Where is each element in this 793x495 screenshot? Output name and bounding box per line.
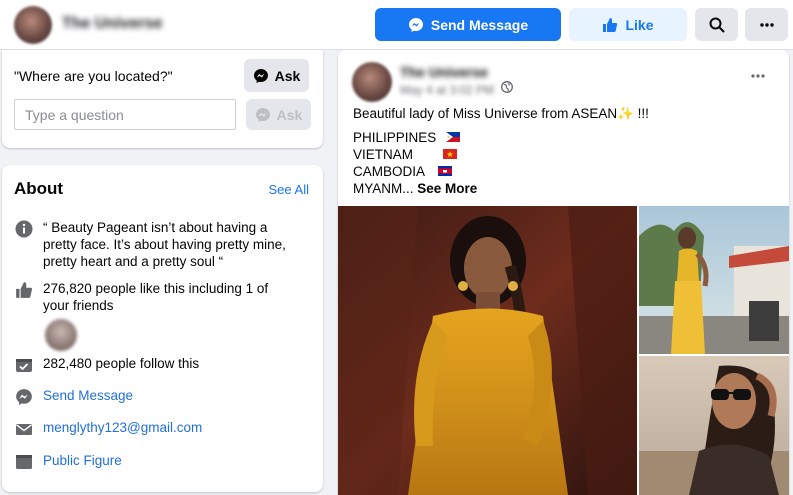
about-card: About See All “ Beauty Pageant isn’t abo… (2, 165, 323, 492)
post-text: Beautiful lady of Miss Universe from ASE… (353, 105, 649, 197)
about-description-row: “ Beauty Pageant isn’t about having a pr… (14, 219, 294, 270)
search-icon (709, 17, 724, 32)
follow-check-icon (14, 355, 34, 375)
post-photo-main[interactable] (338, 206, 637, 495)
like-button[interactable]: Like (569, 8, 687, 41)
page-avatar[interactable] (14, 6, 52, 44)
post-photo-bottom-right[interactable] (639, 356, 789, 495)
ask-question-card: "Where are you located?" Ask Ask (2, 50, 323, 148)
post-timestamp[interactable]: May 4 at 3:02 PM (400, 83, 494, 97)
post-author-name[interactable]: The Universe (400, 64, 488, 80)
post-caption: Beautiful lady of Miss Universe from ASE… (353, 106, 649, 121)
post-options-button[interactable] (748, 66, 768, 86)
messenger-icon (408, 17, 423, 32)
more-dots-icon (759, 22, 774, 27)
search-button[interactable] (695, 8, 738, 41)
ask-submit-button[interactable]: Ask (246, 99, 311, 130)
vietnam-flag-icon (442, 149, 457, 160)
about-send-message-row[interactable]: Send Message (14, 387, 133, 407)
send-message-label: Send Message (430, 16, 529, 33)
suggested-question[interactable]: "Where are you located?" (14, 68, 173, 84)
country-line: MYANM... See More (353, 180, 649, 197)
follows-count: 282,480 people follow this (43, 356, 200, 371)
woman-in-yellow-outfit-image (639, 206, 789, 354)
info-icon (14, 219, 34, 239)
page-header: The Universe Send Message Like (0, 0, 793, 50)
philippines-flag-icon (446, 132, 461, 143)
category-link[interactable]: Public Figure (43, 452, 122, 469)
ask-label: Ask (274, 67, 301, 84)
page-description: “ Beauty Pageant isn’t about having a pr… (43, 220, 286, 269)
about-email-row[interactable]: menglythy123@gmail.com (14, 419, 202, 439)
about-title: About (14, 179, 64, 198)
country-name: PHILIPPINES (353, 130, 437, 145)
country-line: PHILIPPINES (353, 129, 649, 146)
woman-in-gold-dress-image (338, 206, 637, 495)
country-line: CAMBODIA (353, 163, 649, 180)
friend-avatar[interactable] (45, 319, 77, 351)
country-line: VIETNAM (353, 146, 649, 163)
about-category-row[interactable]: Public Figure (14, 452, 122, 472)
thumbs-up-icon (603, 17, 618, 32)
post-card: The Universe May 4 at 3:02 PM Beautiful … (338, 50, 789, 495)
truncated-text: MYANM... (353, 181, 414, 196)
send-message-link[interactable]: Send Message (43, 387, 133, 404)
send-message-button[interactable]: Send Message (375, 8, 561, 41)
messenger-icon (255, 107, 270, 122)
email-link[interactable]: menglythy123@gmail.com (43, 419, 202, 436)
page-name[interactable]: The Universe (62, 15, 162, 33)
see-all-link[interactable]: See All (269, 182, 309, 197)
about-follows-row: 282,480 people follow this (14, 355, 199, 375)
ask-submit-label: Ask (276, 106, 303, 123)
messenger-icon (253, 68, 268, 83)
about-likes-row: 276,820 people like this including 1 of … (14, 280, 294, 314)
question-input[interactable] (14, 99, 236, 130)
woman-with-sunglasses-image (639, 356, 789, 495)
post-photo-top-right[interactable] (639, 206, 789, 354)
post-author-avatar[interactable] (352, 62, 392, 102)
envelope-icon (14, 419, 34, 439)
likes-count: 276,820 people like this including 1 of … (43, 281, 269, 313)
thumbs-up-icon (14, 280, 34, 300)
category-icon (14, 452, 34, 472)
messenger-icon (14, 387, 34, 407)
globe-icon (501, 81, 513, 93)
see-more-link[interactable]: See More (417, 181, 477, 196)
more-options-button[interactable] (745, 8, 788, 41)
ask-button[interactable]: Ask (244, 59, 309, 92)
country-name: CAMBODIA (353, 164, 425, 179)
like-label: Like (625, 16, 654, 33)
more-dots-icon (751, 74, 765, 78)
cambodia-flag-icon (438, 166, 453, 177)
country-name: VIETNAM (353, 147, 414, 162)
